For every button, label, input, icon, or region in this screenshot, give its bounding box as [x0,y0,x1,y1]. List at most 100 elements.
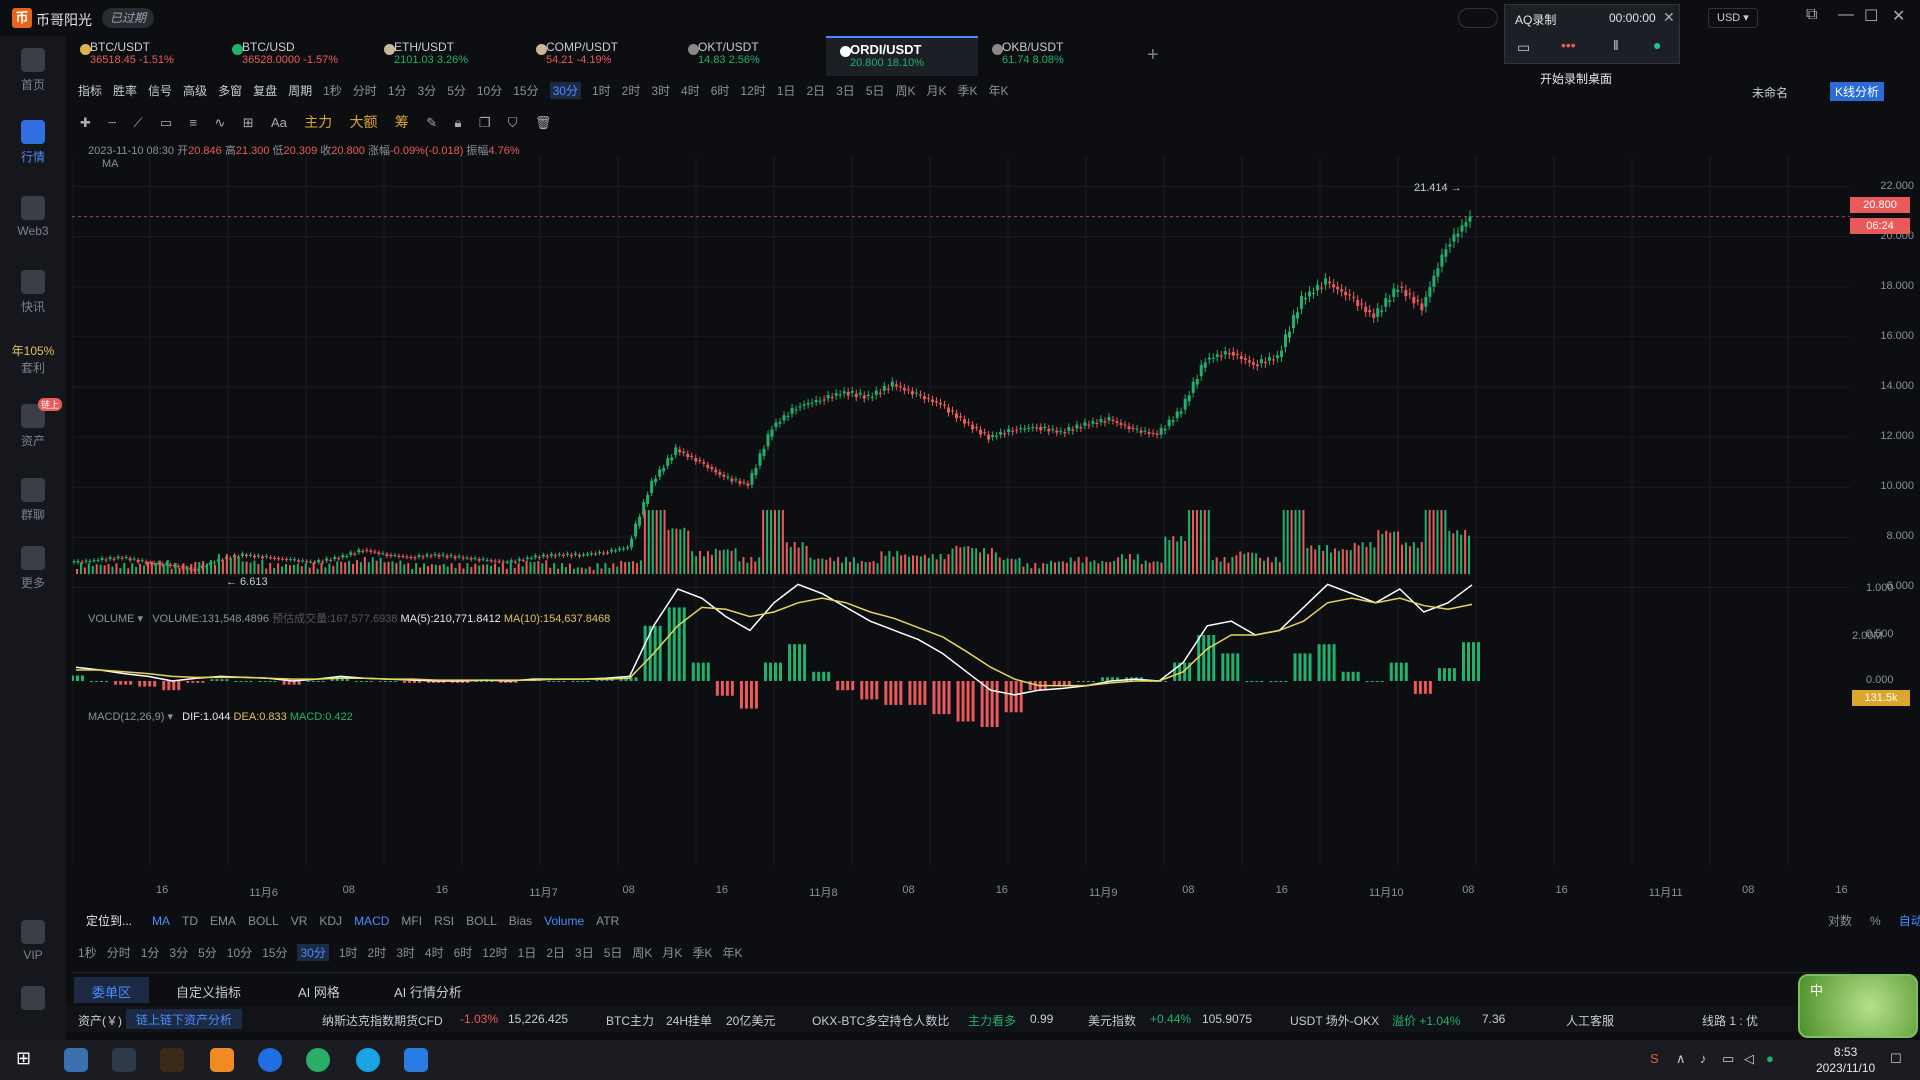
toolbar-tool[interactable]: 复盘 [253,82,277,99]
crosshair-icon[interactable]: ✚ [80,115,91,131]
timeframe-option[interactable]: 15分 [262,944,287,961]
dotted-line-icon[interactable]: ┄ [108,115,116,131]
asset-analysis-button[interactable]: 链上链下资产分析 [126,1009,243,1029]
measure-icon[interactable]: ⊞ [243,115,254,131]
bottom-tab[interactable]: AI 网格 [280,977,358,1003]
mic-icon[interactable]: ● [1653,37,1661,53]
minimize-icon[interactable]: — [1838,6,1854,24]
timeframe-option[interactable]: 季K [692,944,712,961]
toolbar-tool[interactable]: 高级 [183,82,207,99]
price-chart[interactable] [72,156,1850,882]
wps-icon[interactable] [160,1048,184,1072]
timeframe-option[interactable]: 周K [632,944,652,961]
sidebar-item-1[interactable]: 行情 [0,120,66,165]
timeframe-option[interactable]: 3分 [169,944,188,961]
timeframe-option[interactable]: 2时 [622,82,641,99]
volume-icon[interactable]: ◁ [1744,1051,1754,1067]
indicator-option[interactable]: MACD [354,914,389,928]
sidebar-item-4[interactable]: 年105% 套利 [0,342,66,376]
pair-tab[interactable]: BTC/USDT 36518.45 -1.51% [66,36,218,76]
timeframe-option[interactable]: 1时 [339,944,358,961]
indicator-option[interactable]: ATR [596,914,619,928]
app-icon-2[interactable] [210,1048,234,1072]
wechat-tray-icon[interactable]: ● [1766,1051,1774,1066]
bottom-tab[interactable]: 委单区 [74,977,150,1003]
timeframe-option[interactable]: 季K [958,82,978,99]
ruler-icon[interactable]: ✎ [426,115,437,131]
timeframe-option[interactable]: 2日 [806,82,825,99]
timeframe-option[interactable]: 周K [896,82,916,99]
timeframe-option[interactable]: 3分 [418,82,437,99]
timeframe-option[interactable]: 30分 [297,944,329,961]
btc-main-label[interactable]: BTC主力 [606,1012,654,1029]
pair-tab[interactable]: OKB/USDT 61.74 8.08% [978,36,1130,76]
scale-option[interactable]: 自动 [1899,914,1920,928]
timeframe-option[interactable]: 1秒 [323,82,342,99]
k-app-icon[interactable] [258,1048,282,1072]
sidebar-item-5[interactable]: 资产 链上 [0,398,66,449]
timeframe-option[interactable]: 4时 [425,944,444,961]
pair-tab[interactable]: ORDI/USDT 20.800 18.10% [826,36,978,76]
okx-ratio-label[interactable]: OKX-BTC多空持仓人数比 [812,1012,949,1029]
pair-tab[interactable]: ETH/USDT 2101.03 3.26% [370,36,522,76]
chips-tool[interactable]: 筹 [395,112,409,132]
pause-icon[interactable]: ‖ [1613,37,1619,53]
indicator-option[interactable]: VR [291,914,308,928]
pair-tab[interactable]: OKT/USDT 14.83 2.56% [674,36,826,76]
large-amount-tool[interactable]: 大额 [350,112,378,132]
timeframe-option[interactable]: 1秒 [78,944,97,961]
sidebar-item-6[interactable]: 群聊 [0,478,66,523]
nasdaq-label[interactable]: 纳斯达克指数期货CFD [322,1012,443,1029]
trendline-icon[interactable]: ⟋ [133,115,142,131]
macd-label[interactable]: MACD(12,26,9) [88,711,164,723]
timeframe-option[interactable]: 3时 [651,82,670,99]
calculator-icon[interactable] [64,1048,88,1072]
timeframe-option[interactable]: 6时 [711,82,730,99]
pair-tab[interactable]: COMP/USDT 54.21 -4.19% [522,36,674,76]
copy-icon[interactable]: ❐ [479,115,491,131]
usdt-otc-label[interactable]: USDT 场外-OKX [1290,1012,1379,1029]
browser-icon[interactable] [356,1048,380,1072]
tray-up-icon[interactable]: ∧ [1676,1051,1686,1067]
indicator-option[interactable]: EMA [210,914,236,928]
timeframe-option[interactable]: 1分 [388,82,407,99]
bottom-tab[interactable]: AI 行情分析 [376,977,480,1003]
popout-icon[interactable]: ⧉ [1806,6,1817,24]
indicator-option[interactable]: BOLL [466,914,497,928]
timeframe-option[interactable]: 5日 [604,944,623,961]
timeframe-option[interactable]: 1日 [518,944,537,961]
timeframe-option[interactable]: 30分 [549,82,581,99]
timeframe-option[interactable]: 月K [927,82,947,99]
sidebar-item-8[interactable]: VIP [0,920,66,962]
indicator-option[interactable]: BOLL [248,914,279,928]
sidebar-item-9[interactable] [0,986,66,1014]
more-dots-icon[interactable]: ••• [1561,37,1576,53]
toolbar-tool[interactable]: 多窗 [218,82,242,99]
network-icon[interactable]: ▭ [1722,1051,1734,1067]
currency-select[interactable]: USD ▾ [1708,8,1758,28]
delete-icon[interactable]: 🗑︎ [535,115,552,131]
dxy-label[interactable]: 美元指数 [1088,1012,1136,1029]
connection-line[interactable]: 线路 1 : 优 [1702,1012,1758,1029]
timeframe-option[interactable]: 2日 [546,944,565,961]
toolbar-tool[interactable]: 胜率 [113,82,137,99]
timeframe-option[interactable]: 3日 [836,82,855,99]
mic-tray-icon[interactable]: ♪ [1700,1051,1707,1066]
indicator-option[interactable]: TD [182,914,198,928]
timeframe-option[interactable]: 15分 [513,82,538,99]
toolbar-tool[interactable]: 指标 [78,82,102,99]
notification-icon[interactable]: ☐ [1890,1051,1902,1067]
bottom-tab[interactable]: 自定义指标 [158,977,259,1003]
timeframe-option[interactable]: 3日 [575,944,594,961]
indicator-option[interactable]: Volume [544,914,584,928]
parallel-lines-icon[interactable]: ≡ [190,115,198,130]
indicator-option[interactable]: RSI [434,914,454,928]
timeframe-option[interactable]: 5分 [447,82,466,99]
add-tab-icon[interactable]: + [1147,44,1159,67]
scale-option[interactable]: % [1870,914,1881,928]
indicator-option[interactable]: KDJ [319,914,342,928]
timeframe-option[interactable]: 5分 [198,944,217,961]
layout-name[interactable]: 未命名 [1752,84,1788,101]
floating-widget[interactable]: 中 [1798,974,1918,1038]
maximize-icon[interactable]: ☐ [1864,6,1878,26]
